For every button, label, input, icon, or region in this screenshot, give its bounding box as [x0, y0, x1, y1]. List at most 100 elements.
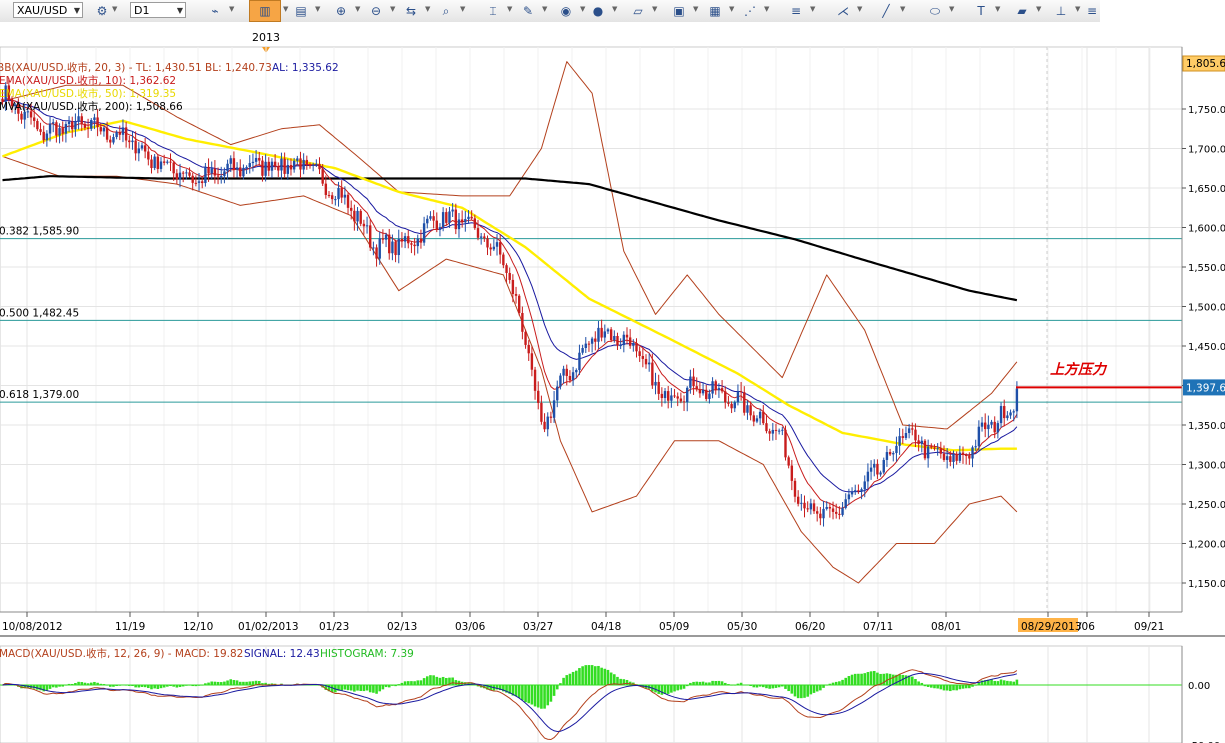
candle-up: [131, 140, 134, 143]
candle-down: [105, 127, 109, 140]
macd-histogram-bar: [733, 685, 737, 686]
candle-down: [727, 402, 730, 404]
candle-up: [822, 508, 825, 519]
candle-up: [286, 164, 289, 174]
macd-histogram-bar: [232, 680, 236, 685]
macd-histogram-bar: [429, 675, 432, 685]
macd-histogram-bar: [606, 669, 610, 685]
candle-down: [432, 216, 435, 221]
candle-down: [353, 210, 356, 222]
candle-down: [695, 386, 698, 390]
macd-plot-area: [0, 645, 1183, 743]
macd-histogram-bar: [425, 676, 429, 685]
candle-down: [330, 195, 334, 200]
y-tick-label: 1,650.00: [1188, 184, 1225, 195]
candle-down: [616, 335, 619, 346]
macd-histogram-bar: [574, 670, 578, 685]
candle-down: [511, 279, 515, 295]
candle-up: [1015, 388, 1019, 412]
candle-down: [261, 160, 264, 176]
candle-up: [562, 368, 565, 376]
macd-histogram-bar: [958, 685, 962, 690]
macd-histogram-bar: [521, 685, 524, 701]
macd-histogram-bar: [587, 665, 591, 685]
candle-up: [356, 210, 359, 222]
candle-down: [362, 223, 366, 227]
candle-up: [777, 430, 781, 432]
candle-up: [590, 338, 594, 344]
candle-down: [594, 338, 597, 342]
candle-up: [920, 440, 923, 445]
candle-up: [863, 481, 866, 490]
macd-histogram-bar: [910, 676, 914, 685]
candle-up: [403, 236, 407, 242]
macd-histogram-bar: [140, 685, 144, 687]
macd-histogram-bar: [131, 685, 134, 686]
macd-histogram-bar: [711, 680, 714, 685]
macd-histogram-bar: [112, 685, 115, 687]
macd-histogram-bar: [419, 680, 423, 685]
candle-down: [961, 452, 965, 455]
legend-ema10: EMA(XAU/USD.收市, 10): 1,362.62: [0, 74, 176, 87]
macd-histogram-bar: [48, 685, 52, 689]
candle-down: [150, 159, 153, 169]
candle-down: [277, 166, 280, 171]
macd-histogram-bar: [185, 685, 188, 686]
macd-zero-label: 0.00: [1188, 681, 1210, 692]
candle-down: [939, 448, 943, 454]
candle-up: [552, 400, 556, 418]
macd-histogram-bar: [917, 681, 920, 685]
macd-histogram-bar: [1015, 679, 1019, 685]
macd-histogram-bar: [413, 681, 416, 685]
macd-histogram-bar: [191, 685, 194, 687]
candle-down: [568, 375, 572, 381]
legend-ema50: EMA(XAU/USD.收市, 50): 1,319.35: [0, 87, 176, 100]
macd-histogram-bar: [89, 682, 93, 685]
candle-up: [977, 426, 981, 447]
candle-up: [850, 491, 854, 495]
macd-histogram-bar: [226, 680, 229, 685]
macd-histogram-bar: [384, 685, 388, 688]
candle-down: [147, 151, 150, 160]
candle-up: [559, 375, 562, 387]
candle-up: [860, 489, 863, 492]
macd-histogram-bar: [625, 679, 629, 685]
candle-up: [711, 381, 714, 394]
macd-histogram-bar: [930, 685, 933, 688]
macd-histogram-bar: [159, 685, 163, 689]
candle-up: [372, 247, 375, 249]
macd-histogram-bar: [866, 672, 870, 685]
candle-up: [315, 163, 318, 165]
macd-histogram-bar: [102, 684, 106, 685]
candle-down: [587, 343, 591, 345]
macd-histogram-bar: [387, 685, 391, 688]
macd-histogram-bar: [739, 682, 743, 685]
macd-histogram-bar: [942, 685, 946, 691]
candle-down: [720, 388, 724, 392]
candle-down: [628, 337, 632, 346]
macd-histogram-bar: [914, 679, 917, 685]
candle-down: [724, 391, 727, 403]
macd-histogram-bar: [853, 673, 857, 685]
candle-up: [854, 490, 857, 492]
price-axis: [1182, 47, 1225, 612]
candle-up: [904, 433, 908, 438]
candle-down: [705, 389, 708, 399]
candle-up: [441, 212, 445, 228]
macd-histogram-bar: [197, 685, 201, 686]
candle-down: [188, 172, 191, 176]
macd-histogram-bar: [175, 685, 179, 688]
candle-down: [96, 117, 99, 128]
price-chart[interactable]: 2013 0.382 1,585.90 0.500 1,482.45 0.618 1…: [0, 0, 1225, 743]
candle-down: [305, 159, 309, 166]
candle-up: [603, 331, 606, 338]
candle-down: [172, 162, 175, 174]
macd-histogram-bar: [343, 685, 347, 690]
macd-histogram-bar: [926, 685, 930, 687]
macd-histogram-bar: [752, 685, 756, 688]
candle-up: [153, 156, 156, 169]
candle-up: [571, 372, 575, 381]
candle-down: [930, 446, 933, 448]
macd-histogram-bar: [819, 685, 822, 691]
macd-histogram-bar: [663, 685, 667, 694]
